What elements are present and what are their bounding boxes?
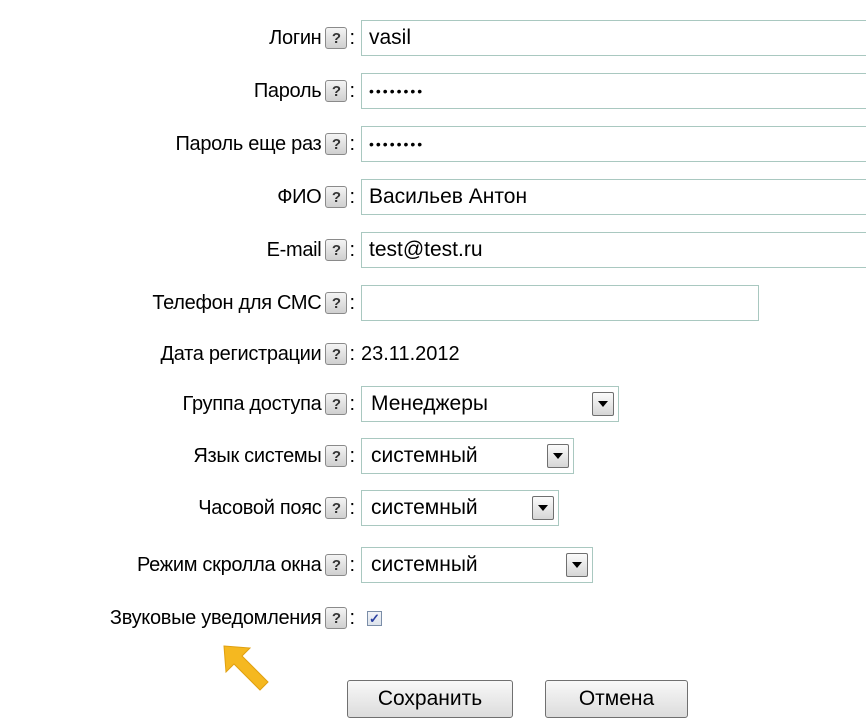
label-colon: : xyxy=(349,185,355,208)
save-button[interactable]: Сохранить xyxy=(347,680,513,718)
password-repeat-label: Пароль еще раз xyxy=(175,132,322,155)
help-icon[interactable]: ? xyxy=(325,554,348,576)
help-icon[interactable]: ? xyxy=(325,80,348,102)
label-colon: : xyxy=(349,553,355,576)
password-row: Пароль ? : xyxy=(0,71,866,111)
help-icon[interactable]: ? xyxy=(325,292,348,314)
time-zone-select[interactable]: системный xyxy=(361,490,559,526)
window-scroll-mode-selected: системный xyxy=(371,553,478,576)
sms-phone-row: Телефон для СМС ? : xyxy=(0,283,759,323)
chevron-down-icon[interactable] xyxy=(547,444,569,468)
help-icon[interactable]: ? xyxy=(325,607,348,629)
help-icon[interactable]: ? xyxy=(325,393,348,415)
access-group-select[interactable]: Менеджеры xyxy=(361,386,619,422)
help-icon[interactable]: ? xyxy=(325,343,348,365)
pointer-arrow-icon xyxy=(223,645,269,691)
registration-date-label: Дата регистрации xyxy=(160,342,322,365)
label-colon: : xyxy=(349,291,355,314)
login-label: Логин xyxy=(269,26,322,49)
label-colon: : xyxy=(349,132,355,155)
chevron-down-icon[interactable] xyxy=(592,392,614,416)
login-row: Логин ? : xyxy=(0,18,866,58)
label-colon: : xyxy=(349,444,355,467)
cancel-button[interactable]: Отмена xyxy=(545,680,688,718)
label-colon: : xyxy=(349,342,355,365)
help-icon[interactable]: ? xyxy=(325,186,348,208)
time-zone-selected: системный xyxy=(371,496,478,519)
registration-date-row: Дата регистрации ? : 23.11.2012 xyxy=(0,334,460,374)
label-colon: : xyxy=(349,26,355,49)
chevron-down-icon[interactable] xyxy=(532,496,554,520)
password-input[interactable] xyxy=(361,73,866,109)
label-colon: : xyxy=(349,392,355,415)
system-language-select[interactable]: системный xyxy=(361,438,574,474)
sms-phone-label: Телефон для СМС xyxy=(152,291,322,314)
window-scroll-mode-select[interactable]: системный xyxy=(361,547,593,583)
help-icon[interactable]: ? xyxy=(325,27,348,49)
access-group-selected: Менеджеры xyxy=(371,392,488,415)
login-input[interactable] xyxy=(361,20,866,56)
access-group-label: Группа доступа xyxy=(182,392,322,415)
system-language-selected: системный xyxy=(371,444,478,467)
chevron-down-icon[interactable] xyxy=(566,553,588,577)
system-language-row: Язык системы ? : системный xyxy=(0,436,574,476)
time-zone-row: Часовой пояс ? : системный xyxy=(0,488,559,528)
email-label: E-mail xyxy=(266,238,322,261)
sound-notifications-row: Звуковые уведомления ? : ✓ xyxy=(0,598,382,638)
access-group-row: Группа доступа ? : Менеджеры xyxy=(0,384,619,424)
full-name-row: ФИО ? : xyxy=(0,177,866,217)
label-colon: : xyxy=(349,238,355,261)
registration-date-value: 23.11.2012 xyxy=(361,342,460,365)
label-colon: : xyxy=(349,79,355,102)
window-scroll-mode-row: Режим скролла окна ? : системный xyxy=(0,545,593,585)
help-icon[interactable]: ? xyxy=(325,445,348,467)
password-repeat-input[interactable] xyxy=(361,126,866,162)
full-name-input[interactable] xyxy=(361,179,866,215)
system-language-label: Язык системы xyxy=(193,444,322,467)
help-icon[interactable]: ? xyxy=(325,133,348,155)
sound-notifications-checkbox[interactable]: ✓ xyxy=(367,610,382,626)
label-colon: : xyxy=(349,496,355,519)
password-label: Пароль xyxy=(253,79,322,102)
email-row: E-mail ? : xyxy=(0,230,866,270)
window-scroll-mode-label: Режим скролла окна xyxy=(137,553,322,576)
email-input[interactable] xyxy=(361,232,866,268)
full-name-label: ФИО xyxy=(277,185,322,208)
label-colon: : xyxy=(349,606,355,629)
password-repeat-row: Пароль еще раз ? : xyxy=(0,124,866,164)
help-icon[interactable]: ? xyxy=(325,497,348,519)
sound-notifications-label: Звуковые уведомления xyxy=(109,606,322,629)
time-zone-label: Часовой пояс xyxy=(198,496,322,519)
sms-phone-input[interactable] xyxy=(361,285,759,321)
help-icon[interactable]: ? xyxy=(325,239,348,261)
